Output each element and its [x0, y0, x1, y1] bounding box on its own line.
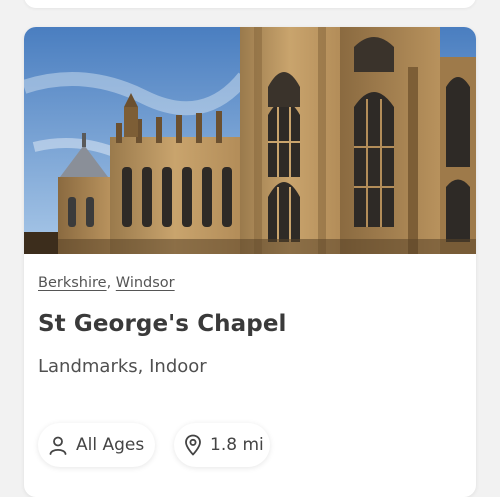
distance-chip-label: 1.8 mi [210, 435, 264, 455]
attraction-photo[interactable] [24, 27, 476, 254]
county-link[interactable]: Berkshire [38, 275, 107, 291]
distance-chip: 1.8 mi [174, 423, 270, 467]
age-chip: All Ages [38, 423, 155, 467]
attraction-card[interactable]: Berkshire, Windsor St George's Chapel La… [24, 27, 476, 497]
previous-card-edge [24, 0, 476, 8]
person-icon [48, 434, 68, 456]
location-separator: , [106, 275, 112, 291]
attraction-categories: Landmarks, Indoor [38, 356, 207, 377]
location-breadcrumb: Berkshire, Windsor [38, 275, 175, 291]
attraction-title[interactable]: St George's Chapel [38, 311, 287, 337]
town-link[interactable]: Windsor [116, 275, 175, 291]
age-chip-label: All Ages [76, 435, 145, 455]
map-pin-icon [184, 434, 202, 456]
